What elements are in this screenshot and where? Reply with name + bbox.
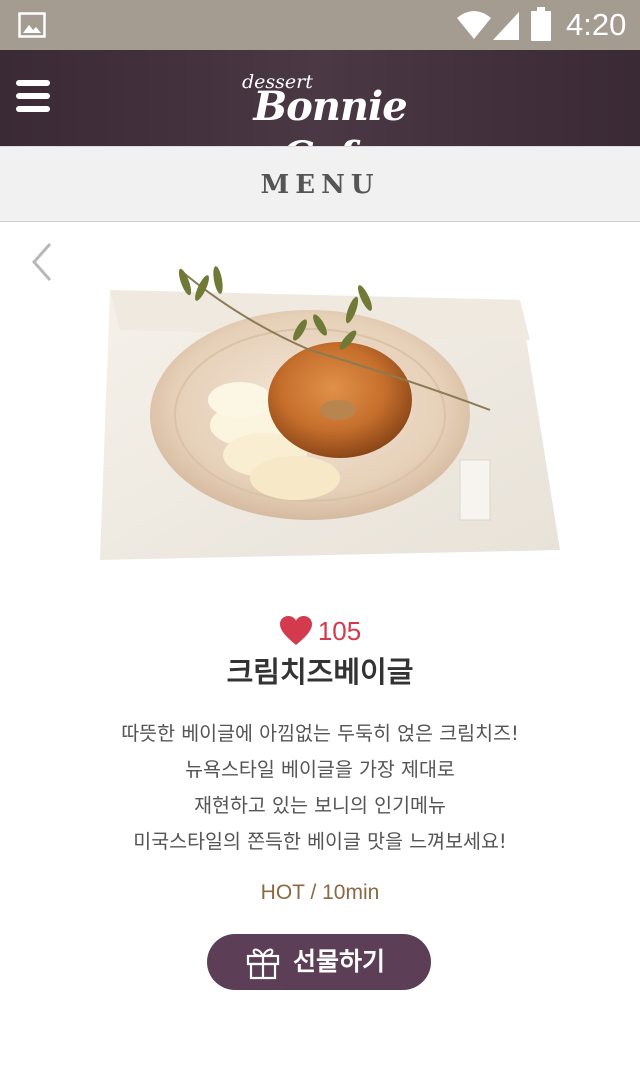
description-line: 미국스타일의 쫀득한 베이글 맛을 느껴보세요! [133, 830, 507, 853]
like-count: 105 [317, 616, 362, 646]
gift-button[interactable]: 선물하기 [207, 934, 431, 990]
chevron-left-icon[interactable] [26, 240, 60, 284]
description-line: 뉴욕스타일 베이글을 가장 제대로 [185, 758, 455, 781]
hamburger-icon[interactable] [16, 80, 54, 116]
logo[interactable]: dessert Bonnie Cafe [180, 68, 460, 180]
product-description: 따뜻한 베이글에 아낌없는 두둑히 얹은 크림치즈! 뉴욕스타일 베이글을 가장… [0, 716, 640, 860]
wifi-icon [457, 11, 491, 39]
status-bar: 4:20 [0, 0, 640, 50]
menu-title-bar: MENU [0, 146, 640, 222]
gift-icon [246, 948, 280, 980]
status-time: 4:20 [566, 7, 627, 42]
product-photo [100, 266, 560, 560]
gift-button-label: 선물하기 [293, 947, 386, 976]
signal-icon [493, 12, 519, 40]
product-name: 크림치즈베이글 [226, 655, 414, 689]
product-meta: HOT / 10min [260, 881, 380, 904]
battery-icon [531, 7, 551, 41]
gallery-icon [18, 12, 46, 38]
description-line: 재현하고 있는 보니의 인기메뉴 [194, 794, 446, 817]
description-line: 따뜻한 베이글에 아낌없는 두둑히 얹은 크림치즈! [121, 722, 519, 745]
page-title: MENU [260, 170, 380, 200]
like-row: 105 [0, 614, 640, 648]
app-header: dessert Bonnie Cafe [0, 50, 640, 180]
heart-icon[interactable] [279, 616, 313, 646]
